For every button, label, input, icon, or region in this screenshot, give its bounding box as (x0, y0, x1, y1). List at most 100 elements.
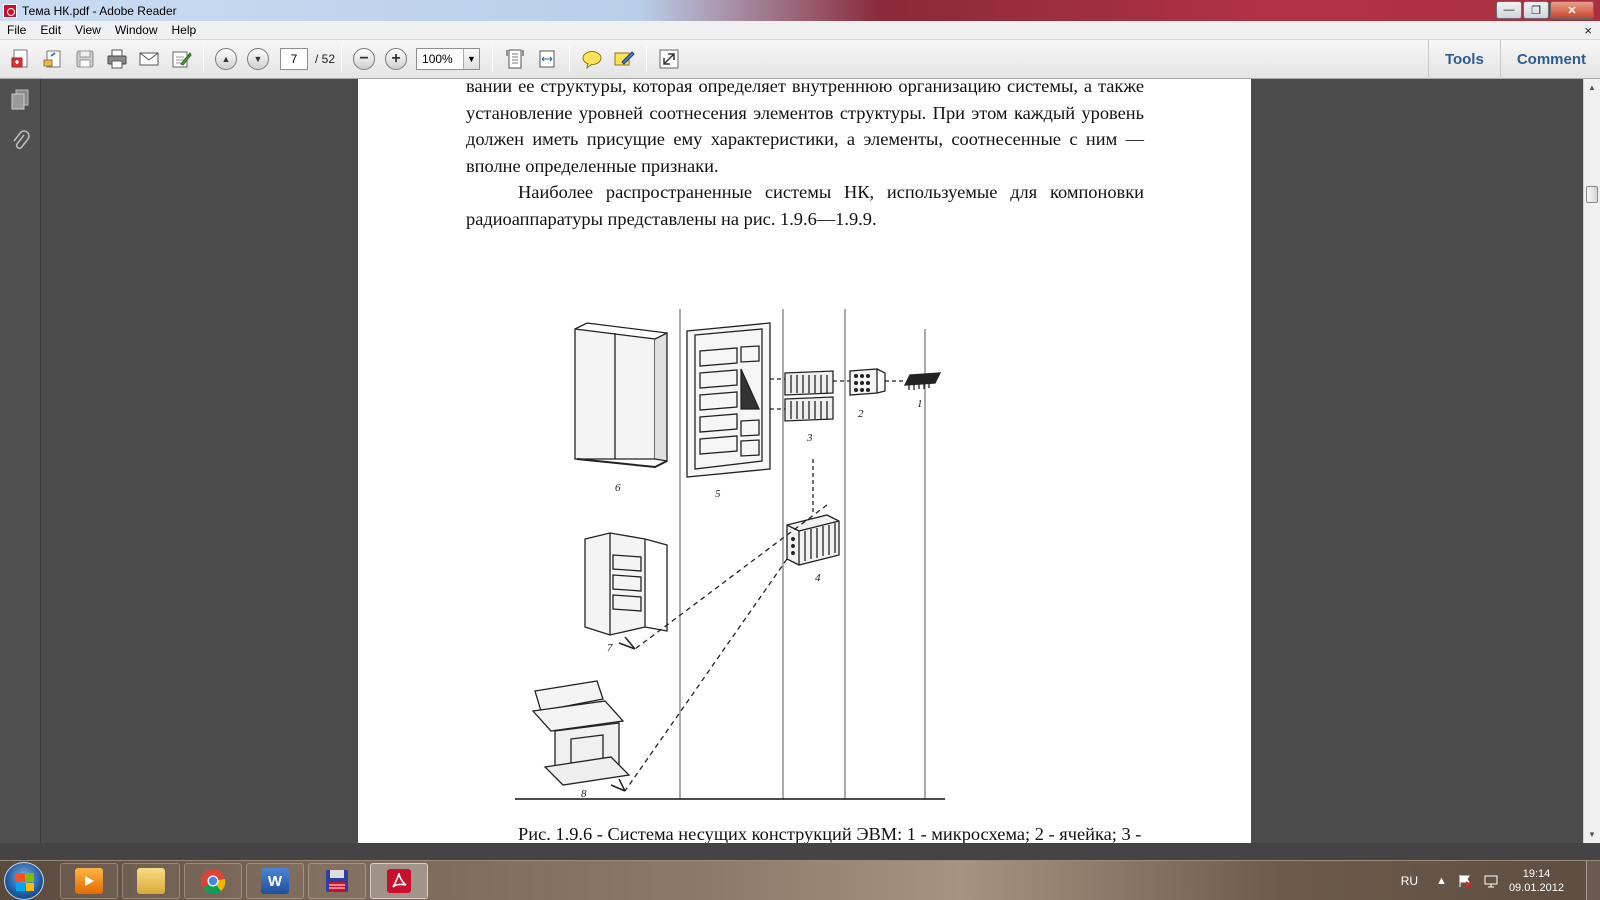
page-thumbnails-icon (11, 89, 29, 110)
arrow-up-icon: ▲ (215, 48, 237, 70)
document-viewport[interactable]: вании ее структуры, которая определяет в… (41, 79, 1583, 843)
menu-help[interactable]: Help (165, 23, 204, 37)
chevron-down-icon[interactable]: ▼ (463, 49, 480, 69)
print-button[interactable] (104, 46, 130, 72)
comment-bubble-icon (582, 51, 602, 70)
language-indicator[interactable]: RU (1401, 874, 1418, 888)
tools-pane-button[interactable]: Tools (1427, 40, 1500, 79)
taskbar-chrome[interactable] (184, 863, 242, 899)
fit-width-icon (539, 50, 555, 68)
paragraph-systems: Наиболее распространенные системы НК, ис… (466, 182, 1144, 229)
menu-view[interactable]: View (68, 23, 108, 37)
toolbar-separator (569, 46, 571, 72)
show-hidden-icons-icon[interactable]: ▲ (1436, 875, 1447, 887)
maximize-button[interactable]: ❐ (1523, 1, 1549, 19)
scrollbar-thumb[interactable] (1586, 186, 1598, 203)
pdf-app-icon (3, 3, 17, 18)
figure-label-6: 6 (615, 482, 621, 494)
clock[interactable]: 19:14 09.01.2012 (1509, 867, 1564, 895)
windows-logo-icon (16, 873, 34, 891)
menu-edit[interactable]: Edit (33, 23, 68, 37)
figure-label-1: 1 (917, 398, 923, 410)
minus-icon: − (353, 48, 376, 70)
scroll-down-arrow-icon[interactable]: ▼ (1584, 826, 1600, 843)
folder-icon (137, 868, 165, 894)
zoom-select[interactable]: 100% ▼ (416, 48, 481, 70)
page-number-input[interactable]: 7 (280, 48, 308, 70)
figure-label-3: 3 (806, 432, 813, 444)
expand-icon (659, 49, 679, 69)
save-button[interactable] (72, 46, 98, 72)
menu-file[interactable]: File (0, 23, 33, 37)
action-center-flag-icon[interactable] (1457, 873, 1473, 889)
figure-label-7: 7 (607, 642, 613, 654)
create-pdf-button[interactable] (8, 46, 34, 72)
next-page-button[interactable]: ▼ (245, 46, 271, 72)
menu-window[interactable]: Window (108, 23, 165, 37)
toolbar-separator (646, 46, 648, 72)
word-icon: W (261, 868, 289, 894)
figure-computer-structures: 1 2 3 4 5 6 7 8 (515, 309, 945, 800)
clock-date: 09.01.2012 (1508, 882, 1564, 894)
plus-icon: + (385, 48, 408, 70)
adobe-reader-icon (387, 869, 411, 893)
close-window-button[interactable]: ✕ (1550, 1, 1594, 19)
page-thumbnails-button[interactable] (7, 87, 33, 113)
vertical-scrollbar[interactable]: ▲ ▼ (1583, 79, 1600, 843)
sign-button[interactable] (168, 46, 194, 72)
paperclip-icon (13, 130, 30, 150)
scroll-up-arrow-icon[interactable]: ▲ (1584, 79, 1600, 96)
network-icon[interactable] (1483, 873, 1499, 889)
envelope-icon (139, 52, 159, 66)
figure-label-5: 5 (715, 488, 721, 500)
taskbar-save-app[interactable] (308, 863, 366, 899)
fit-page-icon (506, 49, 524, 69)
save-icon (76, 50, 94, 68)
taskbar-media-player[interactable] (60, 863, 118, 899)
zoom-in-button[interactable]: + (383, 46, 409, 72)
title-bar: Тема НК.pdf - Adobe Reader — ❐ ✕ (0, 0, 1600, 21)
open-file-button[interactable] (40, 46, 66, 72)
window-controls: — ❐ ✕ (1495, 1, 1594, 19)
paragraph-continuation: вании ее структуры, которая определяет в… (466, 79, 1144, 176)
fit-page-button[interactable] (502, 46, 528, 72)
taskbar-adobe-reader[interactable] (370, 863, 428, 899)
taskbar: W RU ▲ 19:14 09.01.2012 (0, 860, 1600, 900)
sign-document-icon (172, 51, 192, 68)
taskbar-explorer[interactable] (122, 863, 180, 899)
clock-time: 19:14 (1522, 868, 1551, 880)
toolbar: ▲ ▼ 7 / 52 − + 100% ▼ Tools Comment (0, 40, 1600, 79)
zoom-out-button[interactable]: − (351, 46, 377, 72)
figure-label-8: 8 (581, 788, 587, 800)
figure-label-2: 2 (858, 408, 864, 420)
attachments-button[interactable] (7, 127, 33, 153)
sticky-note-button[interactable] (579, 46, 605, 72)
play-icon (85, 876, 94, 886)
previous-page-button[interactable]: ▲ (213, 46, 239, 72)
create-pdf-icon (11, 49, 28, 68)
arrow-down-icon: ▼ (247, 48, 269, 70)
printer-icon (107, 49, 127, 69)
page-total-label: / 52 (315, 52, 336, 66)
open-file-icon (43, 50, 61, 68)
media-player-icon (75, 868, 103, 894)
start-button[interactable] (4, 862, 44, 900)
window-title: Тема НК.pdf - Adobe Reader (22, 3, 177, 18)
menu-bar: File Edit View Window Help × (0, 21, 1600, 40)
highlight-button[interactable] (611, 46, 637, 72)
toolbar-separator (203, 46, 204, 72)
email-button[interactable] (136, 46, 162, 72)
comment-pane-button[interactable]: Comment (1499, 40, 1600, 79)
highlighter-icon (614, 51, 635, 66)
full-screen-button[interactable] (656, 46, 682, 72)
figure-label-4: 4 (815, 572, 821, 584)
navigation-pane (0, 79, 41, 843)
minimize-button[interactable]: — (1496, 1, 1522, 19)
pdf-page: вании ее структуры, которая определяет в… (358, 79, 1251, 843)
show-desktop-button[interactable] (1586, 861, 1600, 900)
figure-caption: Рис. 1.9.6 - Система несущих конструкций… (518, 824, 1142, 843)
taskbar-word[interactable]: W (246, 863, 304, 899)
zoom-value: 100% (422, 52, 453, 66)
close-document-icon[interactable]: × (1584, 23, 1592, 38)
fit-width-button[interactable] (534, 46, 560, 72)
